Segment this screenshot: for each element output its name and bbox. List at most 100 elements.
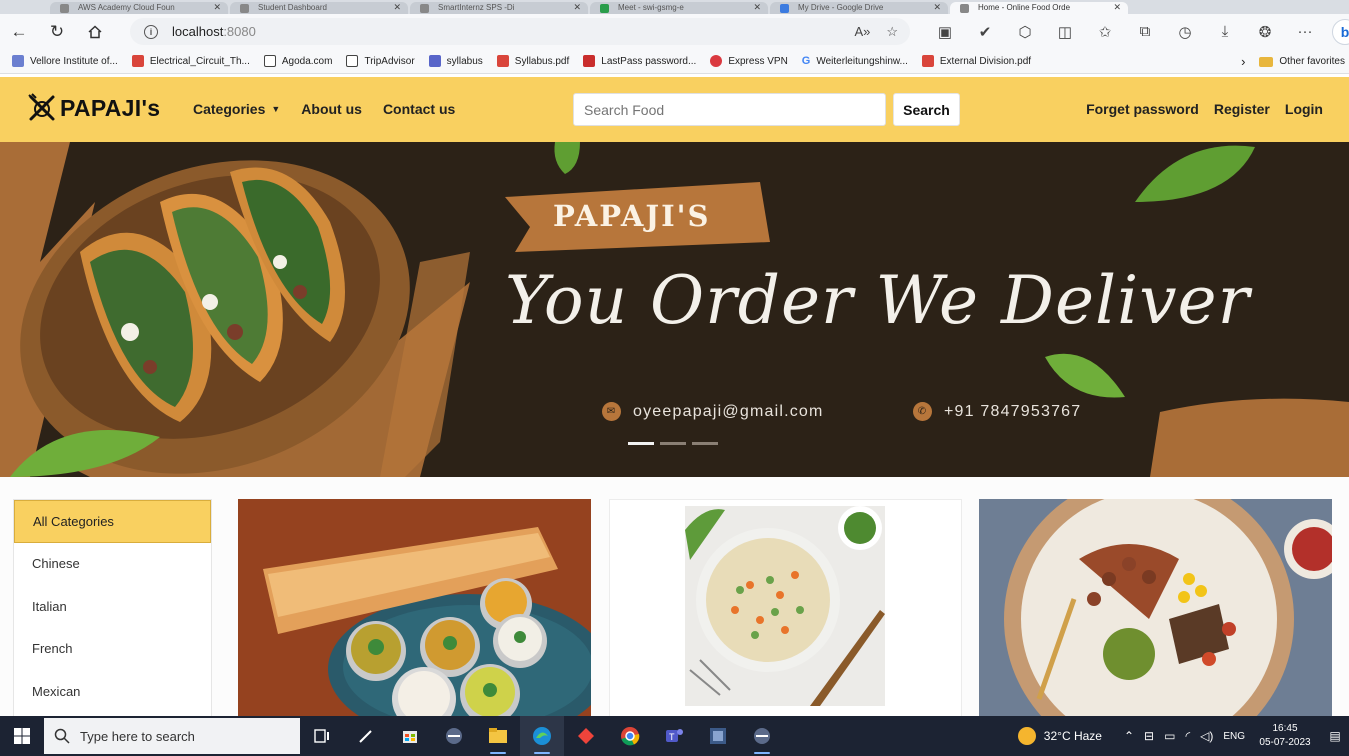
page-icon bbox=[346, 55, 359, 67]
hero-carousel[interactable]: PAPAJI'S You Order We Deliver ✉ oyeepapa… bbox=[0, 142, 1349, 477]
nav-categories-dropdown[interactable]: Categories ▼ bbox=[193, 101, 280, 117]
back-icon[interactable]: ← bbox=[0, 14, 38, 49]
address-bar[interactable]: i localhost:8080 A» ☆ bbox=[130, 18, 910, 45]
carousel-indicator[interactable] bbox=[692, 442, 718, 445]
bookmarks-bar: Vellore Institute of... Electrical_Circu… bbox=[0, 49, 1349, 74]
category-item-mexican[interactable]: Mexican bbox=[14, 670, 211, 713]
browser-tab[interactable]: Meet - swi-gsmg-e ✕ bbox=[590, 2, 768, 14]
bookmark-item[interactable]: TripAdvisor bbox=[346, 55, 415, 67]
pdf-icon bbox=[921, 55, 934, 67]
food-card[interactable] bbox=[979, 499, 1332, 719]
split-screen-icon[interactable]: ◫ bbox=[1045, 14, 1085, 49]
close-tab-icon[interactable]: ✕ bbox=[213, 2, 221, 13]
history-icon[interactable]: ◷ bbox=[1165, 14, 1205, 49]
edge-browser-icon[interactable] bbox=[520, 716, 564, 756]
chevron-up-icon[interactable]: ⌃ bbox=[1124, 729, 1134, 743]
carousel-indicator[interactable] bbox=[628, 442, 654, 445]
bookmark-item[interactable]: Express VPN bbox=[710, 55, 788, 67]
bookmark-item[interactable]: Electrical_Circuit_Th... bbox=[131, 55, 250, 67]
category-item-chinese[interactable]: Chinese bbox=[14, 543, 211, 586]
read-aloud-icon[interactable]: A» bbox=[854, 24, 870, 39]
bookmark-item[interactable]: External Division.pdf bbox=[921, 55, 1031, 67]
close-tab-icon[interactable]: ✕ bbox=[573, 2, 581, 13]
bookmark-item[interactable]: LastPass password... bbox=[583, 55, 696, 67]
folder-icon bbox=[1259, 56, 1274, 67]
weather-sun-icon[interactable] bbox=[1017, 727, 1036, 745]
downloads-icon[interactable]: ⤓ bbox=[1205, 14, 1245, 49]
bookmark-item[interactable]: G Weiterleitungshinw... bbox=[802, 55, 908, 67]
extension-icon[interactable]: ▣ bbox=[925, 14, 965, 49]
chevron-right-icon[interactable]: › bbox=[1241, 54, 1245, 69]
category-item-all[interactable]: All Categories bbox=[14, 500, 211, 543]
teams-icon[interactable]: T bbox=[652, 716, 696, 756]
brand-logo[interactable]: PAPAJI's bbox=[26, 92, 160, 124]
food-image-fried-rice bbox=[610, 500, 961, 718]
browser-tab[interactable]: My Drive - Google Drive ✕ bbox=[770, 2, 948, 14]
windows-start-icon[interactable] bbox=[0, 716, 44, 756]
crossed-utensils-icon bbox=[28, 93, 55, 121]
carousel-indicator[interactable] bbox=[660, 442, 686, 445]
clock[interactable]: 16:45 05-07-2023 bbox=[1249, 722, 1321, 750]
search-button[interactable]: Search bbox=[893, 93, 960, 126]
weather-text[interactable]: 32°C Haze bbox=[1044, 729, 1102, 743]
anydesk-icon[interactable] bbox=[564, 716, 608, 756]
taskbar-search-box[interactable]: Type here to search bbox=[44, 718, 300, 754]
bing-copilot-icon[interactable]: b bbox=[1332, 18, 1349, 45]
performance-icon[interactable]: ❂ bbox=[1245, 14, 1285, 49]
media-app-icon[interactable] bbox=[740, 716, 784, 756]
file-explorer-icon[interactable] bbox=[476, 716, 520, 756]
refresh-icon[interactable]: ↻ bbox=[38, 14, 76, 49]
site-info-icon[interactable]: i bbox=[144, 24, 158, 39]
menu-dots-icon[interactable]: ··· bbox=[1285, 14, 1325, 49]
bookmark-item[interactable]: Agoda.com bbox=[263, 55, 332, 67]
favorites-icon[interactable]: ✩ bbox=[1085, 14, 1125, 49]
media-app-icon[interactable] bbox=[432, 716, 476, 756]
clock-date: 05-07-2023 bbox=[1259, 737, 1311, 748]
chevron-down-icon: ▼ bbox=[271, 104, 281, 114]
close-tab-icon[interactable]: ✕ bbox=[1113, 2, 1121, 13]
home-icon[interactable] bbox=[76, 14, 114, 49]
bookmark-item[interactable]: Vellore Institute of... bbox=[12, 55, 118, 67]
food-card[interactable] bbox=[609, 499, 962, 719]
favorite-star-icon[interactable]: ☆ bbox=[886, 24, 898, 40]
category-item-french[interactable]: French bbox=[14, 628, 211, 671]
browser-tab[interactable]: Student Dashboard ✕ bbox=[230, 2, 408, 14]
close-tab-icon[interactable]: ✕ bbox=[753, 2, 761, 13]
chrome-icon[interactable] bbox=[608, 716, 652, 756]
browser-tab[interactable]: AWS Academy Cloud Foun ✕ bbox=[50, 2, 228, 14]
bookmark-item[interactable]: Syllabus.pdf bbox=[496, 55, 569, 67]
browser-tab-active[interactable]: Home - Online Food Orde ✕ bbox=[950, 2, 1128, 14]
notifications-icon[interactable]: ▤ bbox=[1321, 729, 1349, 743]
search-food-input[interactable] bbox=[573, 93, 886, 126]
network-icon[interactable]: ⊟ bbox=[1144, 729, 1154, 743]
nav-about-link[interactable]: About us bbox=[301, 101, 362, 117]
food-image-burrito-bowl bbox=[979, 499, 1332, 719]
category-item-italian[interactable]: Italian bbox=[14, 585, 211, 628]
task-view-icon[interactable] bbox=[300, 716, 344, 756]
nav-contact-link[interactable]: Contact us bbox=[383, 101, 455, 117]
checkmark-icon[interactable]: ✔ bbox=[965, 14, 1005, 49]
login-link[interactable]: Login bbox=[1285, 101, 1323, 117]
clock-time: 16:45 bbox=[1272, 723, 1298, 734]
other-favorites-folder[interactable]: Other favorites bbox=[1259, 56, 1345, 67]
extensions-puzzle-icon[interactable]: ⬡ bbox=[1005, 14, 1045, 49]
bookmark-item[interactable]: syllabus bbox=[428, 55, 483, 67]
close-tab-icon[interactable]: ✕ bbox=[393, 2, 401, 13]
vscode-icon[interactable] bbox=[696, 716, 740, 756]
store-icon[interactable] bbox=[388, 716, 432, 756]
pen-app-icon[interactable] bbox=[344, 716, 388, 756]
wifi-icon[interactable]: ◜ bbox=[1185, 729, 1190, 743]
browser-tab[interactable]: SmartInternz SPS -Di ✕ bbox=[410, 2, 588, 14]
volume-icon[interactable]: ◁) bbox=[1200, 729, 1213, 743]
language-indicator[interactable]: ENG bbox=[1223, 731, 1245, 742]
food-card[interactable] bbox=[238, 499, 591, 719]
brand-name: PAPAJI's bbox=[60, 94, 161, 121]
page-icon bbox=[263, 55, 276, 67]
close-tab-icon[interactable]: ✕ bbox=[933, 2, 941, 13]
register-link[interactable]: Register bbox=[1214, 101, 1270, 117]
svg-text:T: T bbox=[669, 732, 675, 742]
main-content: All Categories Chinese Italian French Me… bbox=[0, 477, 1349, 719]
collections-icon[interactable]: ⧉ bbox=[1125, 14, 1165, 49]
battery-icon[interactable]: ▭ bbox=[1164, 729, 1175, 743]
forget-password-link[interactable]: Forget password bbox=[1086, 101, 1199, 117]
